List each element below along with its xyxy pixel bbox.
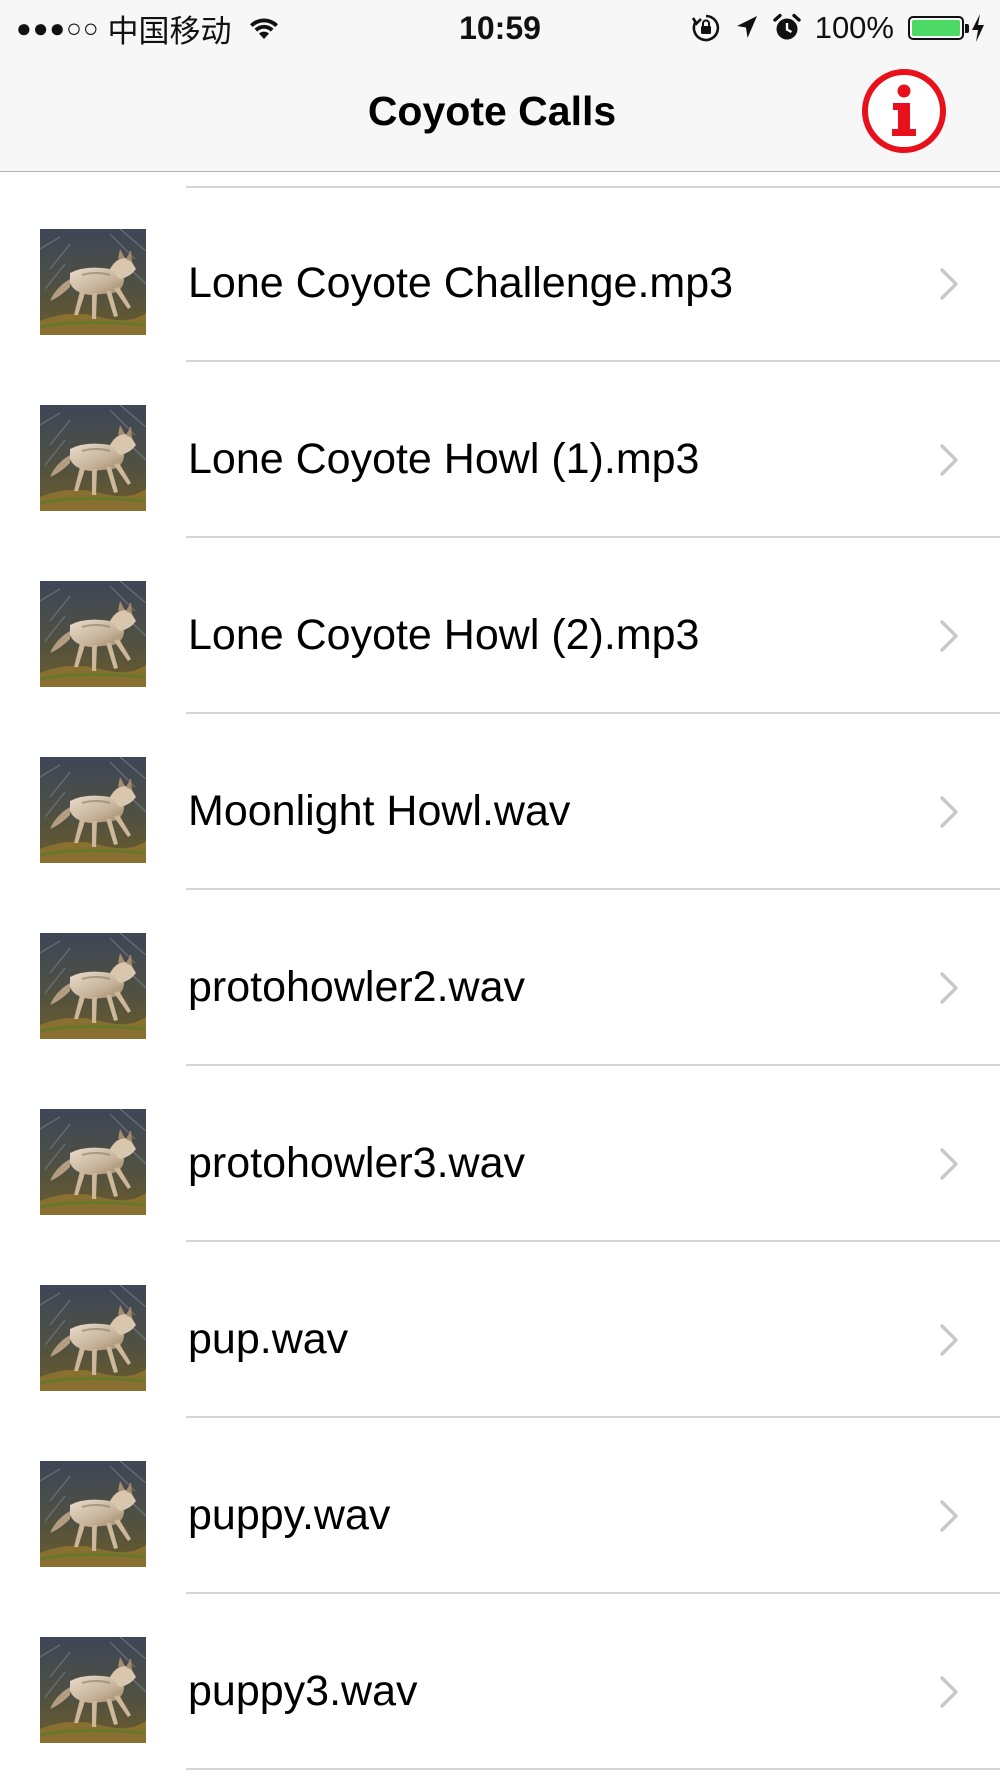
list-item[interactable]: pup.wav [0,1242,1000,1418]
navigation-bar: Coyote Calls [0,52,1000,172]
battery-icon [908,16,969,40]
list-item-label: puppy.wav [188,1491,391,1539]
chevron-right-icon [938,1498,960,1534]
list-item[interactable]: Moonlight Howl.wav [0,714,1000,890]
coyote-thumbnail [40,933,146,1039]
info-button[interactable] [860,67,948,155]
coyote-thumbnail [40,229,146,335]
screen: ●●●○○ 中国移动 10:59 100% Coyote Calls Lone … [0,0,1000,1778]
coyote-thumbnail [40,757,146,863]
coyote-thumbnail [40,405,146,511]
list-item[interactable]: puppy.wav [0,1418,1000,1594]
list-item-label: puppy3.wav [188,1667,418,1715]
coyote-thumbnail [40,1637,146,1743]
list-item-label: Lone Coyote Howl (1).mp3 [188,435,700,483]
list-item[interactable]: protohowler2.wav [0,890,1000,1066]
page-title: Coyote Calls [367,88,617,134]
coyote-thumbnail [40,1109,146,1215]
list-item-label: Moonlight Howl.wav [188,787,571,835]
list-item-label: protohowler3.wav [188,1139,526,1187]
list-item-label: Lone Coyote Challenge.mp3 [188,259,734,307]
list-item-label: Lone Coyote Howl (2).mp3 [188,611,700,659]
orientation-lock-icon [691,13,721,43]
alarm-icon [773,13,801,43]
list-item[interactable]: protohowler3.wav [0,1066,1000,1242]
chevron-right-icon [938,970,960,1006]
coyote-thumbnail [40,581,146,687]
battery-nub [965,24,969,33]
chevron-right-icon [938,1322,960,1358]
status-right: 100% [677,8,986,48]
chevron-right-icon [938,266,960,302]
list-item-label: pup.wav [188,1315,349,1363]
battery-percent: 100% [814,10,894,45]
chevron-right-icon [938,1146,960,1182]
status-bar: ●●●○○ 中国移动 10:59 100% [0,0,1000,52]
list-item[interactable]: Lone Coyote Challenge.mp3 [0,186,1000,362]
chevron-right-icon [938,1674,960,1710]
chevron-right-icon [938,442,960,478]
coyote-thumbnail [40,1461,146,1567]
battery-level-fill [912,20,960,36]
list-item[interactable]: Lone Coyote Howl (2).mp3 [0,538,1000,714]
list-item-label: protohowler2.wav [188,963,526,1011]
coyote-thumbnail [40,1285,146,1391]
list-item[interactable]: puppy3.wav [0,1594,1000,1770]
info-circle-icon [862,69,946,153]
list-separator [186,1768,1000,1770]
chevron-right-icon [938,618,960,654]
location-arrow-icon [735,14,759,42]
charging-bolt-icon [970,13,986,43]
chevron-right-icon [938,794,960,830]
list-item[interactable]: Lone Coyote Howl (1).mp3 [0,362,1000,538]
